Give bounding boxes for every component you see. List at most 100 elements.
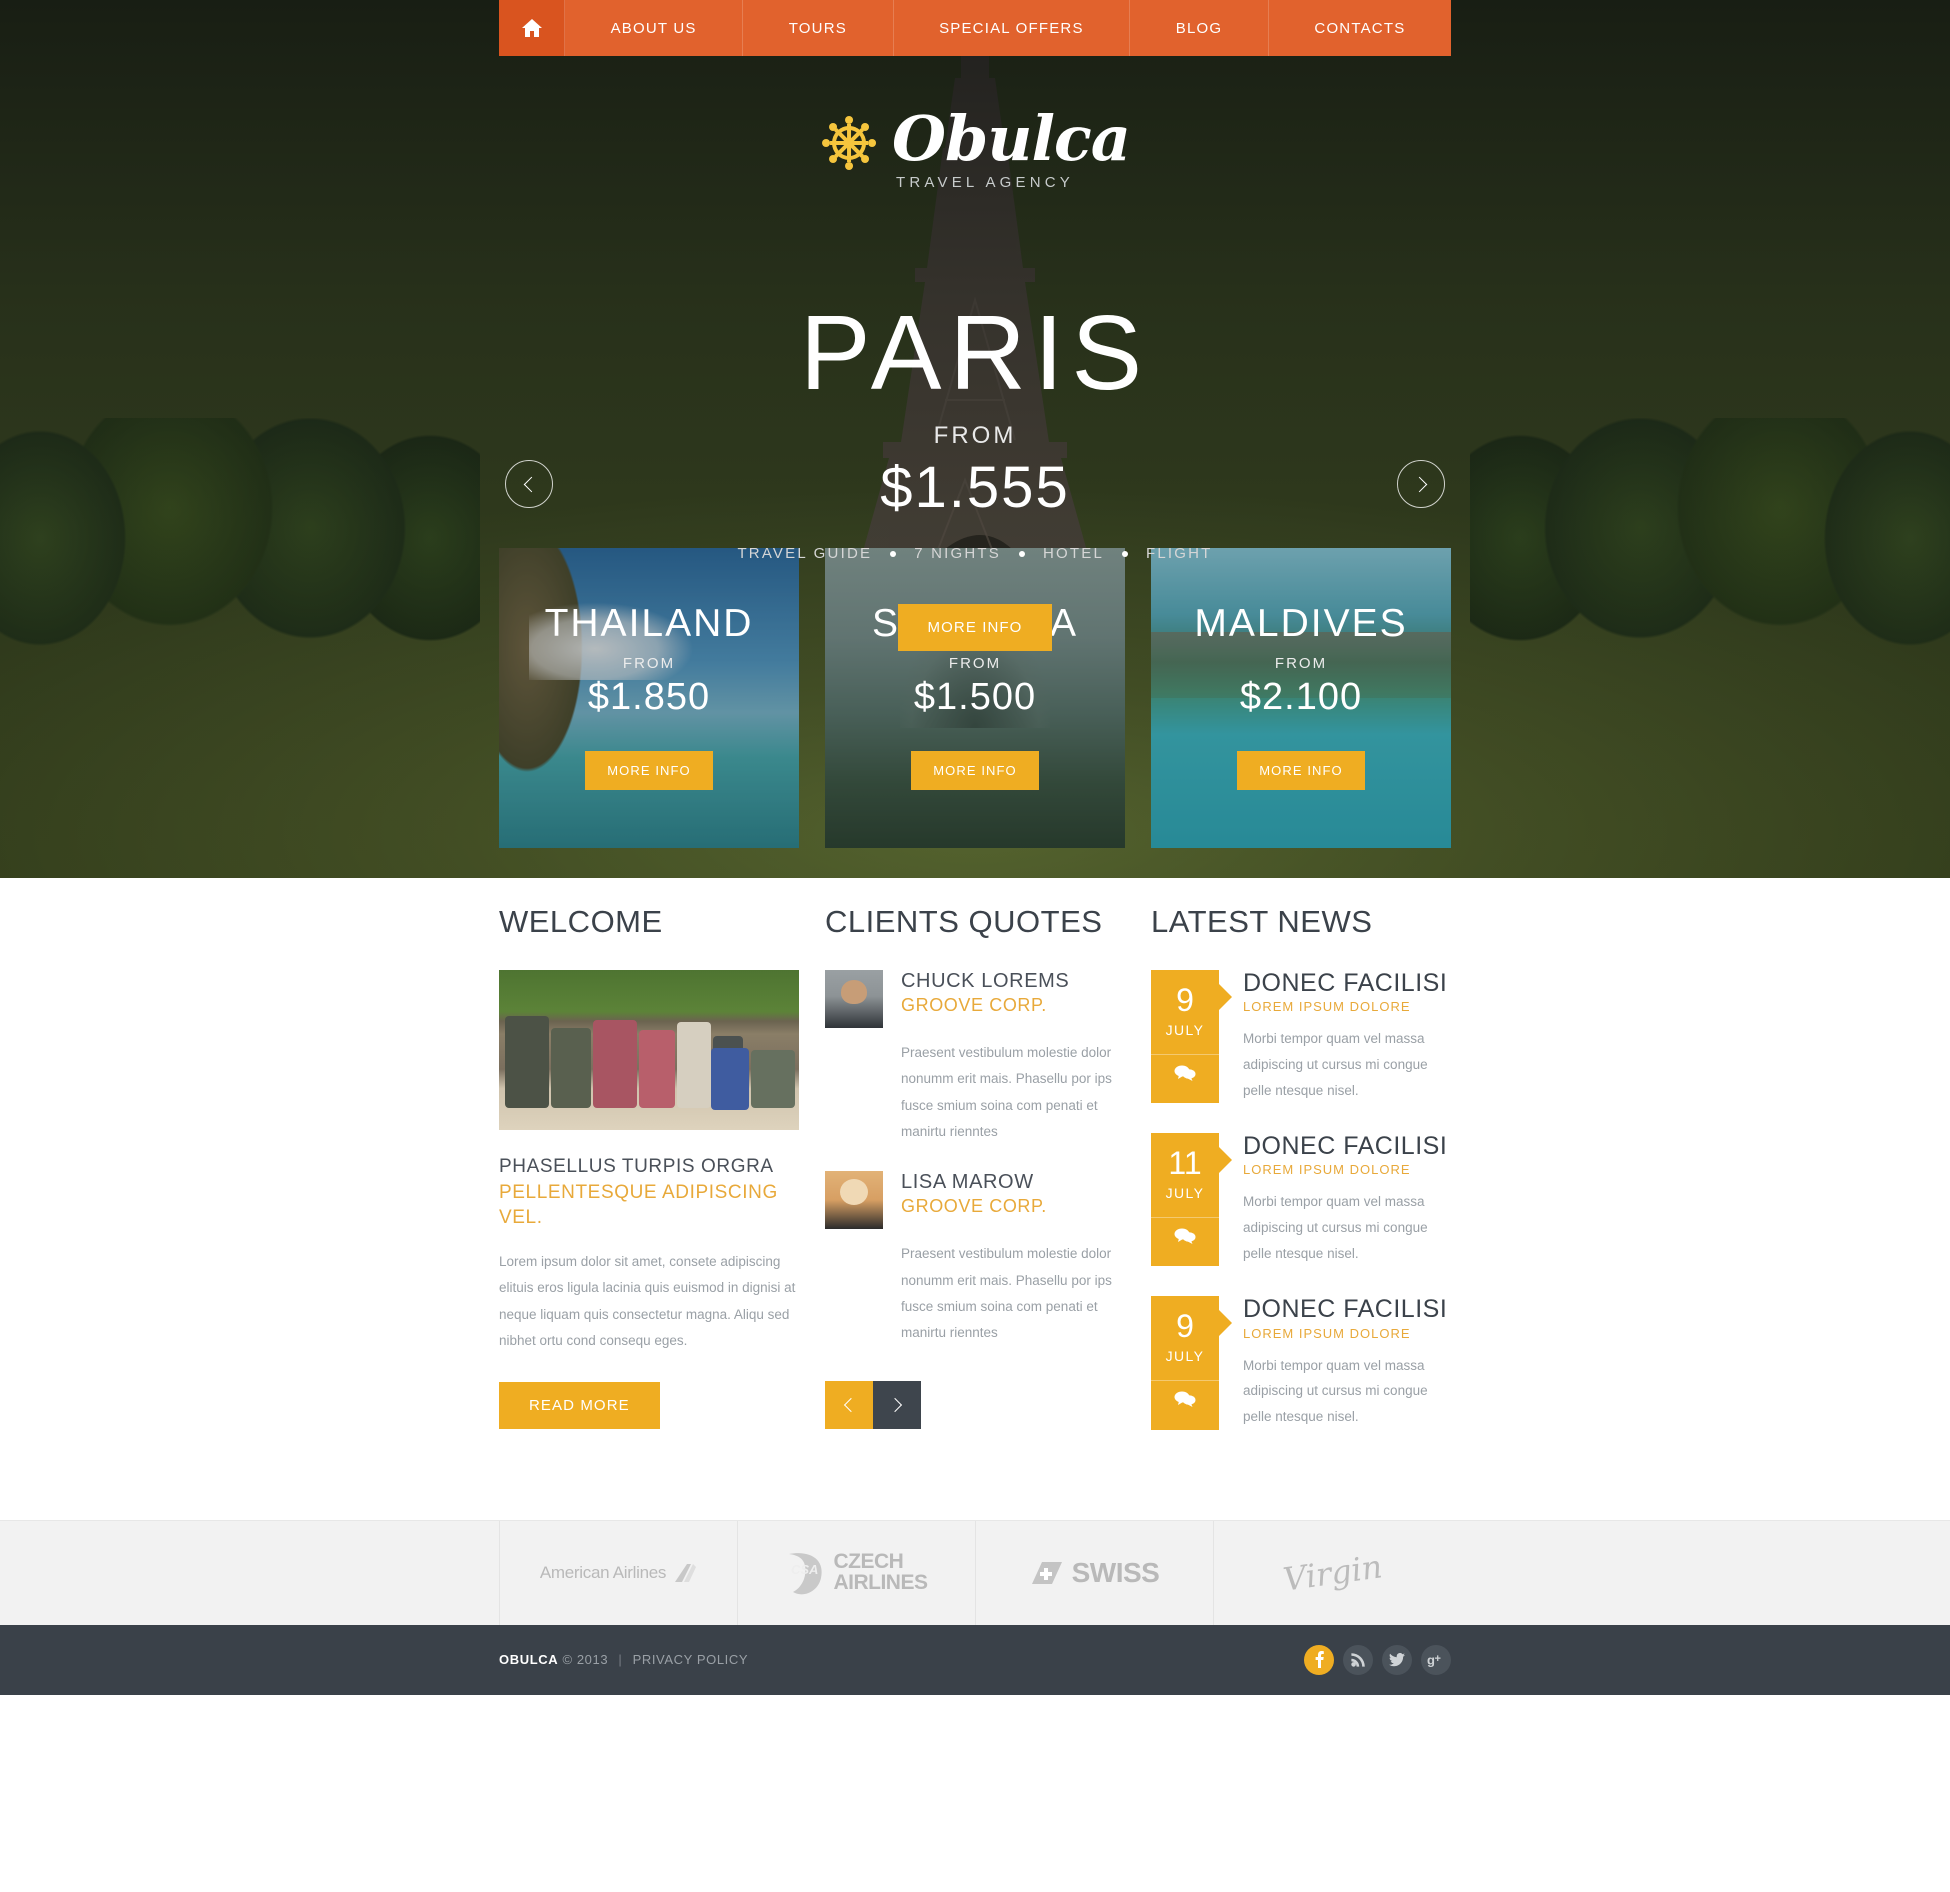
news-month: JULY	[1165, 1185, 1205, 1202]
chevron-left-icon	[843, 1397, 859, 1412]
news-day: 9	[1176, 1308, 1194, 1345]
partner-label-line2: AIRLINES	[833, 1570, 928, 1594]
nav-item-blog[interactable]: BLOG	[1130, 0, 1269, 56]
news-title: DONEC FACILISI	[1243, 1132, 1448, 1161]
news-month: JULY	[1165, 1348, 1205, 1365]
partner-label: SWISS	[1071, 1556, 1160, 1588]
partner-american-airlines[interactable]: American Airlines	[499, 1520, 738, 1625]
hero-feature: TRAVEL GUIDE	[737, 545, 873, 562]
quotes-next-button[interactable]	[873, 1380, 921, 1429]
hero-from-label: FROM	[933, 422, 1017, 449]
luggage	[677, 1022, 711, 1108]
american-airlines-logo: American Airlines	[540, 1562, 697, 1584]
hero-prev-button[interactable]	[505, 460, 553, 508]
hero-next-button[interactable]	[1397, 460, 1445, 508]
news-day: 11	[1168, 1145, 1202, 1182]
news-subtitle: LOREM IPSUM DOLORE	[1243, 1325, 1411, 1341]
card-price: $2.100	[1239, 676, 1363, 718]
latest-news-column: LATEST NEWS 9 JULY DONEC FACILISI LOREM …	[1151, 904, 1451, 1460]
news-day: 9	[1176, 982, 1194, 1018]
rss-icon[interactable]	[1343, 1644, 1373, 1675]
news-text: Morbi tempor quam vel massa adipiscing u…	[1243, 1194, 1428, 1261]
hero-city-title: PARIS	[799, 294, 1151, 412]
quotes-prev-button[interactable]	[825, 1380, 873, 1429]
card-more-info-button[interactable]: MORE INFO	[911, 751, 1039, 790]
hero-feature: FLIGHT	[1146, 545, 1213, 562]
quote-text: Praesent vestibulum molestie dolor nonum…	[901, 1246, 1112, 1341]
chevron-left-icon	[523, 476, 539, 492]
quotes-carousel-nav	[825, 1380, 1125, 1429]
bullet-dot-icon	[1018, 551, 1025, 558]
nav-item-tours[interactable]: TOURS	[743, 0, 894, 56]
news-item[interactable]: 9 JULY DONEC FACILISI LOREM IPSUM DOLORE…	[1151, 1296, 1451, 1430]
quote-author-name: LISA MAROW	[901, 1171, 1034, 1194]
twitter-icon[interactable]	[1382, 1644, 1412, 1675]
svg-text:+: +	[1435, 1653, 1441, 1665]
google-plus-icon[interactable]: g +	[1421, 1644, 1451, 1675]
content-columns: WELCOME PHASELLUS TURPIS ORGRA PELLENTES…	[499, 904, 1451, 1520]
news-date-badge: 11 JULY	[1151, 1133, 1232, 1267]
card-from-label: FROM	[622, 655, 676, 672]
luggage	[751, 1050, 795, 1108]
card-more-info-button[interactable]: MORE INFO	[1237, 751, 1365, 790]
news-subtitle: LOREM IPSUM DOLORE	[1243, 1162, 1411, 1178]
privacy-policy-link[interactable]: PRIVACY POLICY	[633, 1652, 749, 1667]
welcome-paragraph: Lorem ipsum dolor sit amet, consete adip…	[499, 1253, 796, 1348]
partner-swiss[interactable]: SWISS	[976, 1520, 1214, 1625]
luggage	[711, 1048, 749, 1110]
quotes-heading: CLIENTS QUOTES	[825, 904, 1103, 939]
quote-author-company: GROOVE CORP.	[901, 1196, 1047, 1217]
card-price: $1.500	[913, 676, 1037, 718]
site-logo[interactable]: Obulca TRAVEL AGENCY	[820, 108, 1131, 191]
quote-author-company: GROOVE CORP.	[901, 995, 1047, 1015]
luggage	[639, 1030, 675, 1108]
comments-icon[interactable]	[1151, 1054, 1219, 1093]
news-text: Morbi tempor quam vel massa adipiscing u…	[1243, 1357, 1428, 1424]
footer-copyright-year: © 2013	[562, 1652, 609, 1668]
news-month: JULY	[1165, 1022, 1205, 1038]
facebook-icon[interactable]	[1304, 1644, 1334, 1675]
footer-separator: |	[618, 1652, 623, 1668]
hero-content: PARIS FROM $1.555 TRAVEL GUIDE 7 NIGHTS HO…	[0, 300, 1950, 651]
site-footer: OBULCA © 2013 | PRIVACY POLICY g +	[0, 1624, 1950, 1695]
comments-icon[interactable]	[1151, 1380, 1219, 1419]
nav-label: SPECIAL OFFERS	[939, 19, 1084, 37]
hero-features: TRAVEL GUIDE 7 NIGHTS HOTEL FLIGHT	[0, 545, 1950, 562]
card-from-label: FROM	[1274, 655, 1328, 672]
card-price: $1.850	[587, 676, 711, 718]
nav-item-special-offers[interactable]: SPECIAL OFFERS	[893, 0, 1131, 56]
bullet-dot-icon	[1122, 551, 1128, 558]
hero-feature: HOTEL	[1042, 545, 1104, 562]
news-heading: LATEST NEWS	[1151, 904, 1373, 939]
news-item[interactable]: 9 JULY DONEC FACILISI LOREM IPSUM DOLORE…	[1151, 970, 1451, 1104]
card-more-info-button[interactable]: MORE INFO	[585, 751, 713, 790]
footer-brand: OBULCA	[499, 1652, 559, 1668]
hero-more-info-button[interactable]: MORE INFO	[897, 604, 1053, 651]
nav-label: BLOG	[1175, 19, 1223, 37]
welcome-column: WELCOME PHASELLUS TURPIS ORGRA PELLENTES…	[499, 904, 799, 1460]
welcome-subtitle-line2: PELLENTESQUE ADIPISCING VEL.	[499, 1181, 778, 1229]
read-more-button[interactable]: READ MORE	[499, 1382, 660, 1430]
nav-label: CONTACTS	[1314, 19, 1406, 37]
nav-item-about-us[interactable]: ABOUT US	[565, 0, 744, 56]
ship-wheel-icon	[820, 114, 878, 177]
welcome-heading: WELCOME	[499, 904, 663, 939]
news-subtitle: LOREM IPSUM DOLORE	[1243, 999, 1411, 1015]
quote-text: Praesent vestibulum molestie dolor nonum…	[901, 1045, 1112, 1139]
nav-item-contacts[interactable]: CONTACTS	[1268, 0, 1451, 56]
welcome-subtitle: PHASELLUS TURPIS ORGRA PELLENTESQUE ADIP…	[499, 1154, 799, 1231]
chevron-right-icon	[887, 1397, 903, 1412]
welcome-subtitle-line1: PHASELLUS TURPIS ORGRA	[499, 1156, 774, 1177]
quote-author-name: CHUCK LOREMS	[901, 970, 1070, 992]
comments-icon[interactable]	[1151, 1217, 1219, 1256]
hero-feature: 7 NIGHTS	[914, 545, 1001, 562]
card-from-label: FROM	[948, 655, 1002, 672]
nav-label: ABOUT US	[610, 19, 697, 37]
clients-quotes-column: CLIENTS QUOTES CHUCK LOREMS GROOVE CORP.…	[825, 904, 1125, 1460]
nav-item-home[interactable]	[499, 0, 565, 56]
hero-price: $1.555	[880, 455, 1070, 520]
news-item[interactable]: 11 JULY DONEC FACILISI LOREM IPSUM DOLOR…	[1151, 1132, 1451, 1267]
partner-czech-airlines[interactable]: CSA CZECH AIRLINES	[738, 1520, 976, 1625]
social-links: g +	[1304, 1644, 1451, 1675]
partner-virgin[interactable]: Virgin	[1214, 1521, 1451, 1625]
